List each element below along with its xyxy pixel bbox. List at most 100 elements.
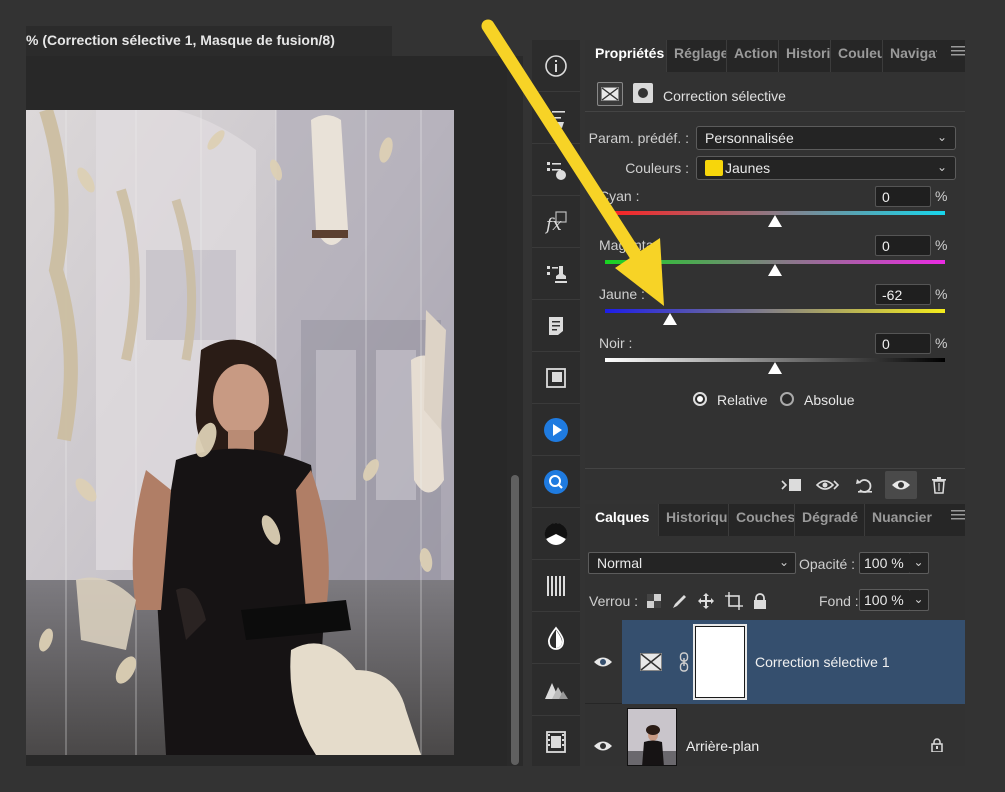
styles-panel-button[interactable]: fx	[532, 196, 580, 248]
black-slider-thumb[interactable]	[768, 362, 782, 374]
layer-mask-thumbnail[interactable]	[693, 624, 747, 700]
tab-actions[interactable]: Actions	[727, 40, 779, 72]
svg-text:fx: fx	[544, 215, 562, 234]
selective-color-adjustment-icon[interactable]	[597, 82, 623, 106]
clip-to-layer-button[interactable]	[775, 471, 807, 499]
canvas-scrollbar-thumb[interactable]	[511, 475, 519, 765]
list-adjust-icon	[547, 161, 566, 180]
cyan-label: Cyan :	[599, 188, 640, 204]
tab-channels[interactable]: Couches	[729, 504, 795, 536]
layer-row-background[interactable]: Arrière-plan	[585, 704, 965, 766]
cyan-unit: %	[935, 188, 948, 204]
preset-select[interactable]: Personnalisée ⌄	[696, 126, 956, 150]
cyan-slider-thumb[interactable]	[768, 215, 782, 227]
selective-color-layer-icon	[640, 653, 662, 671]
lock-transparent-pixels-icon[interactable]	[647, 594, 661, 608]
magenta-unit: %	[935, 237, 948, 253]
adjustment-header: Correction sélective	[585, 76, 965, 112]
artboard-panel-button[interactable]	[532, 352, 580, 404]
layer-name[interactable]: Correction sélective 1	[755, 654, 890, 670]
yellow-slider-track[interactable]	[605, 309, 945, 313]
clone-source-button[interactable]	[532, 248, 580, 300]
channels-panel-button[interactable]	[532, 508, 580, 560]
properties-panel: Propriétés Réglages Actions Historique C…	[585, 40, 965, 500]
chain-link-icon[interactable]	[679, 652, 689, 672]
document-image	[26, 110, 454, 755]
document-tab[interactable]: % (Correction sélective 1, Masque de fus…	[26, 26, 392, 56]
lock-artboard-icon[interactable]	[725, 592, 743, 610]
bars-gradient-icon	[547, 575, 565, 596]
tab-history[interactable]: Historique	[659, 504, 729, 536]
search-badge-icon	[544, 469, 568, 494]
document-tab-title: % (Correction sélective 1, Masque de fus…	[26, 32, 335, 48]
properties-panel-button[interactable]	[532, 92, 580, 144]
magenta-slider-thumb[interactable]	[768, 264, 782, 276]
layer-name[interactable]: Arrière-plan	[686, 738, 759, 754]
hamburger-menu-icon	[951, 46, 965, 56]
actions-play-button[interactable]	[532, 404, 580, 456]
fill-dropdown-button[interactable]: ⌄	[909, 589, 929, 611]
layers-tabs: Calques Historique Couches Dégradé Nuanc…	[585, 504, 965, 536]
layers-panel: Calques Historique Couches Dégradé Nuanc…	[585, 504, 965, 766]
tab-gradients[interactable]: Dégradé	[795, 504, 865, 536]
view-previous-state-button[interactable]	[811, 471, 843, 499]
cyan-value-input[interactable]: 0	[875, 186, 931, 207]
lock-options	[647, 592, 767, 610]
eye-cycle-icon	[815, 480, 839, 490]
opacity-label: Opacité :	[799, 556, 856, 572]
layer-visibility-eye-icon[interactable]	[593, 739, 613, 753]
colors-value: Jaunes	[725, 160, 771, 176]
black-value-input[interactable]: 0	[875, 333, 931, 354]
clip-icon	[781, 479, 801, 491]
pie-channels-icon	[544, 522, 568, 545]
reset-adjustment-button[interactable]	[849, 471, 881, 499]
tab-history[interactable]: Historique	[779, 40, 831, 72]
yellow-value-input[interactable]: -62	[875, 284, 931, 305]
adjustments-list-button[interactable]	[532, 144, 580, 196]
colors-select[interactable]: Jaunes ⌄	[696, 156, 956, 180]
notes-icon	[549, 316, 563, 335]
relative-radio[interactable]	[693, 392, 707, 406]
yellow-slider-thumb[interactable]	[662, 313, 677, 325]
tab-adjustments[interactable]: Réglages	[667, 40, 727, 72]
magenta-value-input[interactable]: 0	[875, 235, 931, 256]
preset-label: Param. prédéf. :	[588, 130, 689, 146]
delete-adjustment-button[interactable]	[923, 471, 955, 499]
lock-image-pixels-icon[interactable]	[671, 593, 687, 609]
info-panel-button[interactable]	[532, 40, 580, 92]
chevron-down-icon: ⌄	[936, 160, 947, 174]
lock-all-icon[interactable]	[753, 593, 767, 609]
layer-mask-icon[interactable]	[633, 83, 653, 103]
color-drop-button[interactable]	[532, 612, 580, 664]
adjustment-title: Correction sélective	[663, 88, 786, 104]
tab-layers[interactable]: Calques	[585, 504, 659, 536]
search-panel-button[interactable]	[532, 456, 580, 508]
tab-properties[interactable]: Propriétés	[585, 40, 667, 72]
tab-navigation[interactable]: Navigation	[883, 40, 937, 72]
layer-visibility-eye-icon[interactable]	[593, 655, 613, 669]
gradients-panel-button[interactable]	[532, 560, 580, 612]
drop-icon	[547, 626, 565, 650]
mountains-icon	[545, 682, 568, 699]
hamburger-menu-icon	[951, 510, 965, 520]
opacity-dropdown-button[interactable]: ⌄	[909, 552, 929, 574]
background-layer-thumbnail[interactable]	[627, 708, 677, 766]
tab-colors[interactable]: Couleurs	[831, 40, 883, 72]
blend-mode-select[interactable]: Normal ⌄	[588, 552, 796, 574]
eye-icon	[892, 480, 910, 490]
layer-lock-icon	[931, 738, 943, 752]
notes-panel-button[interactable]	[532, 300, 580, 352]
lock-position-icon[interactable]	[697, 592, 715, 610]
layer-row-selective-color[interactable]: Correction sélective 1	[585, 620, 965, 704]
absolute-radio[interactable]	[780, 392, 794, 406]
yellow-color-swatch	[705, 160, 723, 176]
tab-swatches[interactable]: Nuancier	[865, 504, 937, 536]
properties-menu-button[interactable]	[951, 44, 965, 60]
timeline-panel-button[interactable]	[532, 716, 580, 768]
layers-menu-button[interactable]	[951, 508, 965, 524]
reset-icon	[856, 479, 872, 493]
colors-label: Couleurs :	[625, 160, 689, 176]
chevron-down-icon: ⌄	[913, 555, 924, 569]
paths-panel-button[interactable]	[532, 664, 580, 716]
toggle-visibility-button[interactable]	[885, 471, 917, 499]
